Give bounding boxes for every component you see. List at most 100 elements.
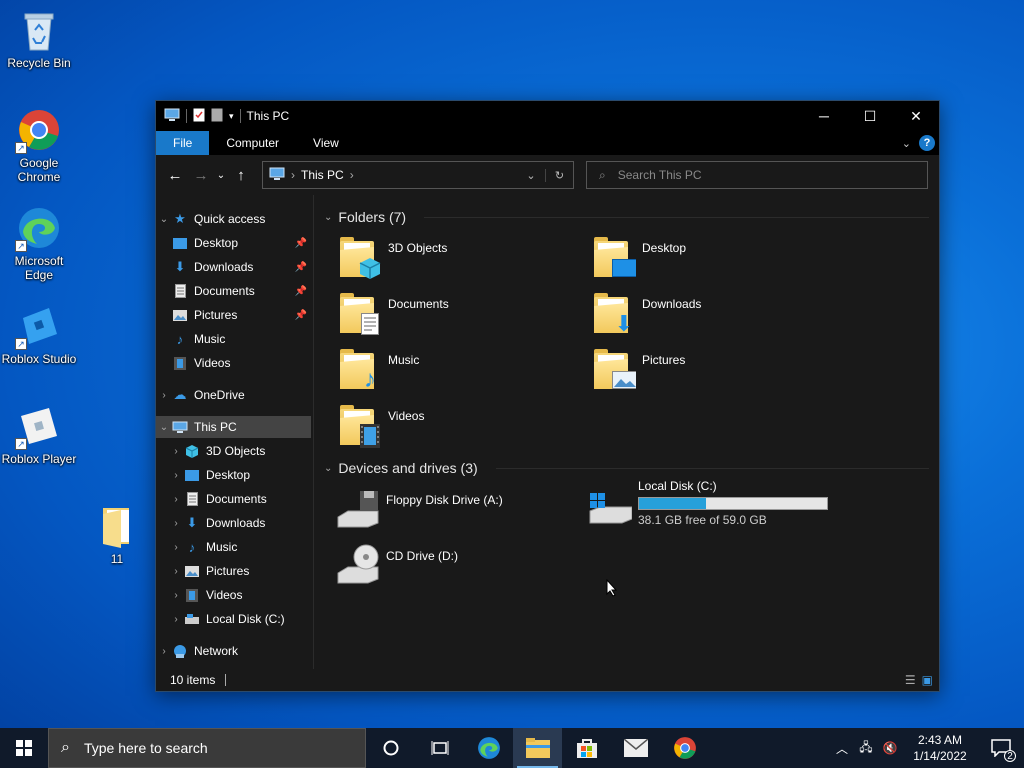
new-folder-icon[interactable]	[211, 108, 223, 125]
nav-quick-downloads[interactable]: ⬇ Downloads 📌	[156, 256, 311, 278]
folder-icon: ⬇	[592, 291, 636, 336]
start-button[interactable]	[0, 728, 48, 768]
large-icons-view-icon[interactable]: ▣	[922, 673, 933, 687]
expand-chevron-icon[interactable]: ›	[168, 518, 184, 529]
nav-label: This PC	[194, 420, 237, 434]
nav-quick-documents[interactable]: Documents 📌	[156, 280, 311, 302]
title-bar[interactable]: ▾ This PC ─ ☐ ✕	[156, 101, 939, 131]
close-button[interactable]: ✕	[893, 101, 939, 131]
expand-chevron-icon[interactable]: ›	[168, 470, 184, 481]
properties-icon[interactable]	[193, 108, 205, 125]
edge-icon: ↗	[15, 206, 61, 252]
tab-view[interactable]: View	[296, 131, 356, 155]
collapse-chevron-icon[interactable]: ⌄	[324, 463, 332, 474]
pin-icon[interactable]: 📌	[295, 310, 307, 321]
minimize-button[interactable]: ─	[801, 101, 847, 131]
drive-cd[interactable]: CD Drive (D:)	[336, 543, 458, 587]
maximize-button[interactable]: ☐	[847, 101, 893, 131]
show-hidden-icons-chevron-icon[interactable]: ︿	[830, 740, 854, 757]
drive-floppy[interactable]: Floppy Disk Drive (A:)	[336, 487, 503, 531]
document-icon	[358, 313, 382, 335]
expand-chevron-icon[interactable]: ›	[156, 390, 172, 401]
collapse-chevron-icon[interactable]: ⌄	[156, 422, 172, 433]
back-button[interactable]: ←	[162, 167, 188, 184]
group-divider	[424, 217, 929, 218]
nav-pc-local-disk[interactable]: › Local Disk (C:)	[156, 608, 311, 630]
taskbar-mail[interactable]	[611, 728, 660, 768]
expand-chevron-icon[interactable]: ›	[168, 614, 184, 625]
nav-pc-desktop[interactable]: › Desktop	[156, 464, 311, 486]
desktop-icon-chrome[interactable]: ↗ Google Chrome	[0, 108, 78, 184]
expand-chevron-icon[interactable]: ›	[168, 590, 184, 601]
recent-locations-button[interactable]: ⌄	[214, 170, 228, 181]
folder-pictures[interactable]: Pictures	[592, 347, 685, 391]
drive-local-c[interactable]: Local Disk (C:) 38.1 GB free of 59.0 GB	[588, 479, 828, 535]
desktop-icon-roblox-player[interactable]: ↗ Roblox Player	[0, 404, 78, 466]
volume-muted-icon[interactable]: 🔇	[878, 741, 902, 755]
nav-this-pc[interactable]: ⌄ This PC	[156, 416, 311, 438]
desktop-icon	[612, 257, 636, 279]
clock[interactable]: 2:43 AM 1/14/2022	[902, 732, 978, 764]
network-status-icon[interactable]: 🖧	[854, 738, 878, 759]
folder-3d-objects[interactable]: 3D Objects	[338, 235, 447, 279]
pin-icon[interactable]: 📌	[295, 262, 307, 273]
folder-desktop[interactable]: Desktop	[592, 235, 686, 279]
folder-downloads[interactable]: ⬇ Downloads	[592, 291, 701, 336]
collapse-chevron-icon[interactable]: ⌄	[324, 212, 332, 223]
desktop-icon-roblox-studio[interactable]: ↗ Roblox Studio	[0, 304, 78, 366]
nav-pc-music[interactable]: › ♪ Music	[156, 536, 311, 558]
taskbar-edge[interactable]	[464, 728, 513, 768]
nav-onedrive[interactable]: › ☁ OneDrive	[156, 384, 311, 406]
search-box[interactable]: ⌕ Search This PC	[586, 161, 928, 189]
nav-quick-access[interactable]: ⌄ ★ Quick access	[156, 208, 311, 230]
expand-ribbon-icon[interactable]: ⌄	[902, 137, 911, 150]
taskbar-chrome[interactable]	[660, 728, 709, 768]
folder-documents[interactable]: Documents	[338, 291, 449, 335]
expand-chevron-icon[interactable]: ›	[168, 542, 184, 553]
action-center-button[interactable]: 2	[978, 728, 1024, 768]
desktop-icon-edge[interactable]: ↗ Microsoft Edge	[0, 206, 78, 282]
up-button[interactable]: ↑	[228, 167, 254, 184]
taskbar-file-explorer[interactable]	[513, 728, 562, 768]
tab-computer[interactable]: Computer	[209, 131, 296, 155]
nav-pc-downloads[interactable]: › ⬇ Downloads	[156, 512, 311, 534]
details-view-icon[interactable]: ☰	[905, 673, 916, 687]
refresh-icon[interactable]: ↻	[545, 168, 573, 182]
nav-pc-documents[interactable]: › Documents	[156, 488, 311, 510]
nav-pc-videos[interactable]: › Videos	[156, 584, 311, 606]
folders-group-header[interactable]: ⌄ Folders (7)	[324, 209, 406, 225]
cortana-button[interactable]	[366, 728, 415, 768]
nav-pc-pictures[interactable]: › Pictures	[156, 560, 311, 582]
desktop-icon-folder-11[interactable]: 11	[78, 504, 156, 566]
nav-quick-pictures[interactable]: Pictures 📌	[156, 304, 311, 326]
help-button[interactable]: ?	[919, 135, 935, 151]
address-crumb-this-pc[interactable]: This PC	[301, 168, 344, 182]
expand-chevron-icon[interactable]: ›	[156, 646, 172, 657]
expand-chevron-icon[interactable]: ›	[168, 566, 184, 577]
customize-dropdown-icon[interactable]: ▾	[229, 111, 234, 122]
pin-icon[interactable]: 📌	[295, 286, 307, 297]
folder-videos[interactable]: Videos	[338, 403, 424, 448]
tab-file[interactable]: File	[156, 131, 210, 155]
nav-network[interactable]: › Network	[156, 640, 311, 662]
nav-quick-desktop[interactable]: Desktop 📌	[156, 232, 311, 254]
task-view-button[interactable]	[415, 728, 464, 768]
devices-group-header[interactable]: ⌄ Devices and drives (3)	[324, 460, 478, 476]
collapse-chevron-icon[interactable]: ⌄	[156, 214, 172, 225]
taskbar-store[interactable]	[562, 728, 611, 768]
address-separator[interactable]: ›	[291, 168, 295, 182]
pin-icon[interactable]: 📌	[295, 238, 307, 249]
expand-chevron-icon[interactable]: ›	[168, 494, 184, 505]
expand-chevron-icon[interactable]: ›	[168, 446, 184, 457]
forward-button[interactable]: →	[188, 167, 214, 184]
nav-quick-videos[interactable]: Videos	[156, 352, 311, 374]
address-bar[interactable]: › This PC › ⌄ ↻	[262, 161, 574, 189]
folder-music[interactable]: ♪ Music	[338, 347, 419, 393]
desktop-icon-recycle-bin[interactable]: Recycle Bin	[0, 8, 78, 70]
nav-quick-music[interactable]: ♪ Music	[156, 328, 311, 350]
address-dropdown-icon[interactable]: ⌄	[517, 169, 545, 182]
nav-pc-3d-objects[interactable]: › 3D Objects	[156, 440, 311, 462]
address-separator[interactable]: ›	[350, 168, 354, 182]
taskbar-search-box[interactable]: ⌕ Type here to search	[48, 728, 366, 768]
video-icon	[184, 587, 200, 603]
